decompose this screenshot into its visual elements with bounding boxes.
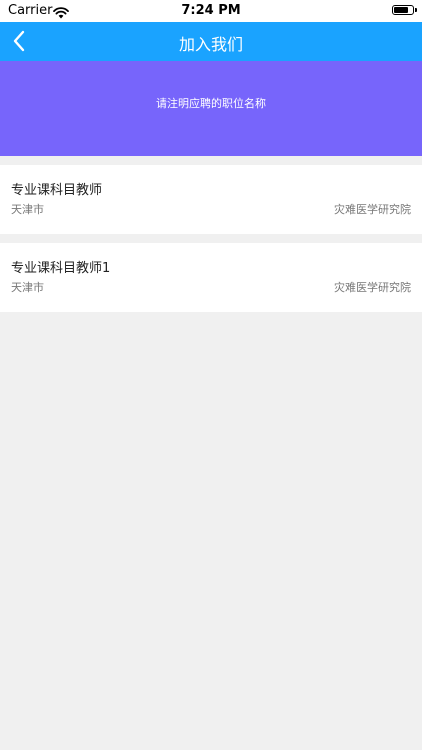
job-list-item[interactable]: 专业课科目教师1 天津市 灾难医学研究院 (0, 243, 422, 312)
job-organization: 灾难医学研究院 (334, 281, 411, 294)
job-title: 专业课科目教师 (11, 183, 103, 198)
battery-tip (415, 8, 417, 12)
job-organization: 灾难医学研究院 (334, 203, 411, 216)
navigation-bar: 加入我们 (0, 22, 422, 61)
job-list-item[interactable]: 专业课科目教师 天津市 灾难医学研究院 (0, 165, 422, 234)
status-time: 7:24 PM (181, 3, 241, 18)
status-bar: Carrier 7:24 PM (0, 0, 422, 22)
page-title: 加入我们 (178, 35, 243, 54)
battery-icon (392, 5, 414, 15)
battery-level (394, 7, 408, 13)
instruction-banner: 请注明应聘的职位名称 (0, 61, 422, 156)
job-title: 专业课科目教师1 (11, 261, 111, 276)
job-city: 天津市 (11, 281, 44, 294)
banner-text: 请注明应聘的职位名称 (156, 97, 266, 110)
job-city: 天津市 (11, 203, 44, 216)
